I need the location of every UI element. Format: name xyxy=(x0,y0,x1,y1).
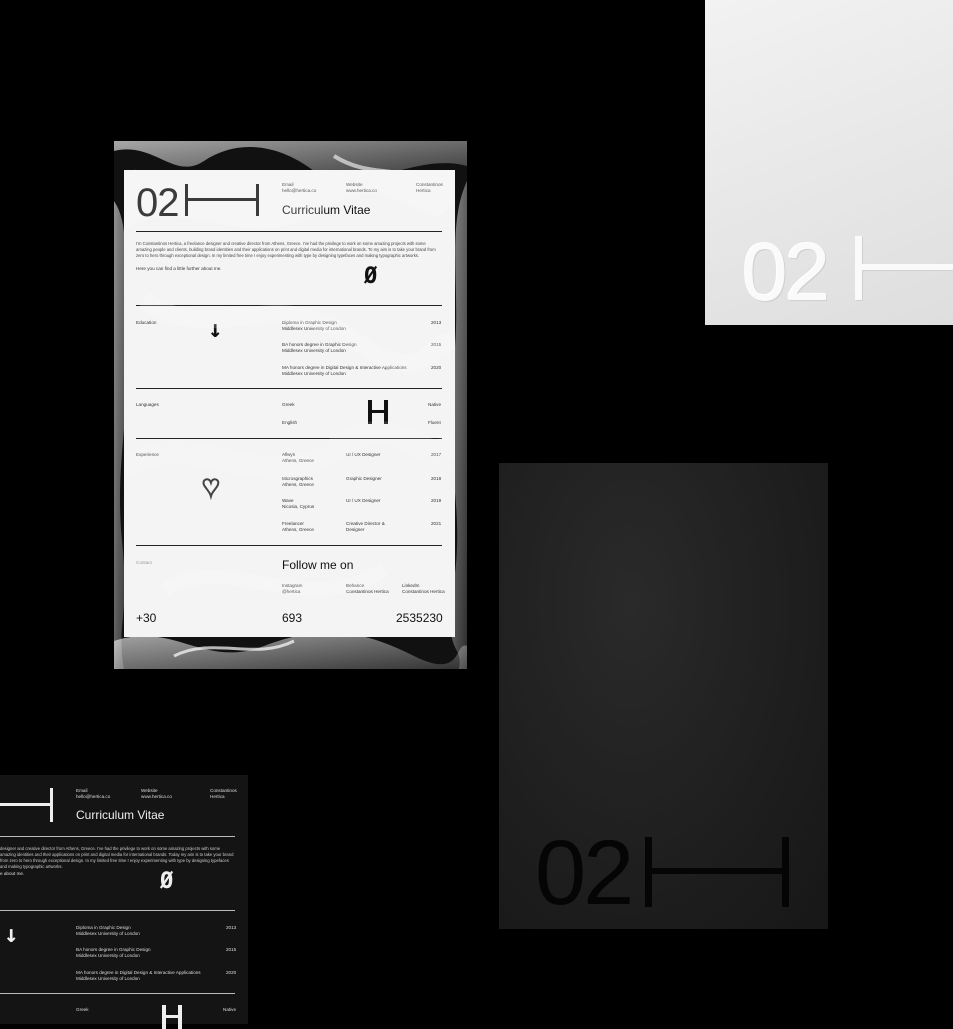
education-label: Education xyxy=(136,320,157,325)
dark-h-glyph-icon xyxy=(162,1005,182,1029)
lang-1-name: Greek xyxy=(282,402,295,407)
white-card: 02 xyxy=(705,0,953,325)
dark-intro-text: designer and creative director from Athe… xyxy=(0,846,234,870)
header-website-value: www.hertica.co xyxy=(346,188,377,193)
dark-card: 02 xyxy=(499,463,828,929)
social-1-handle: @hertica xyxy=(282,589,301,594)
exp-3-city: Nicosia, Cyprus xyxy=(282,504,315,509)
exp-2-role: Graphic Designer xyxy=(346,476,382,481)
divider xyxy=(0,993,235,994)
dark-edu-1-year: 2013 xyxy=(226,925,237,930)
header-name-value: Hertica xyxy=(416,188,431,193)
edu-2-year: 2015 xyxy=(431,342,442,347)
dark-lang-name: Greek xyxy=(76,1007,89,1012)
divider xyxy=(0,836,235,837)
cv-logo-text: 02 xyxy=(136,181,179,225)
social-1-name: Instagram xyxy=(282,583,303,588)
phone-prefix: 693 xyxy=(282,611,303,625)
dark-card-logo-text: 02 xyxy=(535,822,634,924)
divider xyxy=(136,388,442,389)
exp-4-place: Freelancer xyxy=(282,521,304,526)
exp-4-year: 2021 xyxy=(431,521,442,526)
dark-cv-title: Curriculum Vitae xyxy=(76,808,165,822)
exp-1-place: Allwyn xyxy=(282,452,296,457)
dark-edu-1-title: Diploma in Graphic Design xyxy=(76,925,131,930)
exp-3-role: UI / UX Designer xyxy=(346,498,381,503)
edu-1-title: Diploma in Graphic Design xyxy=(282,320,337,325)
dark-arrow-down-icon: ↓ xyxy=(4,920,19,948)
dark-edu-3-school: Middlesex University of London xyxy=(76,976,140,981)
header-email-label: Email xyxy=(282,182,294,187)
dark-cv-h-mark xyxy=(0,788,53,822)
header-name-label: Constantinos xyxy=(416,182,443,187)
lang-1-level: Native xyxy=(428,402,442,407)
intro-more: Here you can find a little further about… xyxy=(136,266,222,271)
dark-header-email-label: Email xyxy=(76,788,88,793)
divider xyxy=(136,438,442,439)
contact-label: Contact xyxy=(136,560,152,565)
dark-header-website-label: Website xyxy=(141,788,158,793)
white-card-logo-h-mark xyxy=(855,236,953,300)
dark-edu-2-title: BA honors degree in Graphic Design xyxy=(76,947,151,952)
cv-logo-h-mark xyxy=(185,184,259,216)
edu-3-year: 2020 xyxy=(431,365,442,370)
dark-header-website-value: www.hertica.co xyxy=(141,794,172,799)
dark-card-logo-h-mark xyxy=(645,837,789,907)
experience-label: Experience xyxy=(136,452,159,457)
exp-4-role: Creative Director & Designer xyxy=(346,521,385,532)
header-email-value: hello@hertica.co xyxy=(282,188,317,193)
exp-3-year: 2019 xyxy=(431,498,442,503)
divider xyxy=(136,231,442,232)
white-card-logo-text: 02 xyxy=(742,227,830,318)
exp-1-year: 2017 xyxy=(431,452,442,457)
exp-2-city: Athens, Greece xyxy=(282,482,314,487)
dark-edu-3-year: 2020 xyxy=(226,970,237,975)
lang-2-level: Fluent xyxy=(428,420,441,425)
exp-1-city: Athens, Greece xyxy=(282,458,314,463)
exp-4-city: Athens, Greece xyxy=(282,527,314,532)
exp-1-role: UI / UX Designer xyxy=(346,452,381,457)
edu-3-school: Middlesex University of London xyxy=(282,371,346,376)
exp-3-place: Wave xyxy=(282,498,294,503)
dark-intro-more: e about me. xyxy=(0,871,25,876)
languages-label: Languages xyxy=(136,402,159,407)
dark-edu-2-school: Middlesex University of London xyxy=(76,953,140,958)
cv-sheet: 02 Email hello@hertica.co Website www.he… xyxy=(124,170,455,637)
edu-2-school: Middlesex University of London xyxy=(282,348,346,353)
edu-1-school: Middlesex University of London xyxy=(282,326,346,331)
exp-2-place: Microsgraphics xyxy=(282,476,313,481)
dark-edu-3-title: MA honors degree in Digital Design & Int… xyxy=(76,970,201,975)
dark-cv-sheet: Email hello@hertica.co Website www.herti… xyxy=(0,775,248,1029)
dark-edu-2-year: 2015 xyxy=(226,947,237,952)
lang-2-name: English xyxy=(282,420,298,425)
arrow-down-icon: ↓ xyxy=(208,315,223,343)
dark-header-name-label: Constantinos xyxy=(210,788,237,793)
cv-title: Curriculum Vitae xyxy=(282,203,371,217)
h-glyph-icon xyxy=(368,400,388,424)
edu-2-title: BA honors degree in Graphic Design xyxy=(282,342,357,347)
social-3-name: LinkedIn xyxy=(402,583,420,588)
dark-edu-1-school: Middlesex University of London xyxy=(76,931,140,936)
phone-number: 2535230 xyxy=(396,611,443,625)
intro-text: I'm Constantinos Hertica, a freelance de… xyxy=(136,241,436,259)
divider xyxy=(136,545,442,546)
divider xyxy=(136,305,442,306)
social-3-handle: Constantinos Hertica xyxy=(402,589,445,594)
follow-heading: Follow me on xyxy=(282,558,354,572)
heart-icon: ♥ xyxy=(201,469,221,504)
social-2-handle: Constantinos Hertica xyxy=(346,589,389,594)
exp-2-year: 2018 xyxy=(431,476,442,481)
edu-1-year: 2013 xyxy=(431,320,442,325)
slashed-zero-icon: Ø xyxy=(364,264,378,289)
social-2-name: Behance xyxy=(346,583,365,588)
dark-header-email-value: hello@hertica.co xyxy=(76,794,111,799)
dark-header-name-value: Hertica xyxy=(210,794,225,799)
header-website-label: Website xyxy=(346,182,363,187)
divider xyxy=(0,910,235,911)
phone-country-code: +30 xyxy=(136,611,157,625)
edu-3-title: MA honors degree in Digital Design & Int… xyxy=(282,365,407,370)
dark-slashed-zero-icon: Ø xyxy=(160,869,174,894)
dark-lang-level: Native xyxy=(223,1007,237,1012)
